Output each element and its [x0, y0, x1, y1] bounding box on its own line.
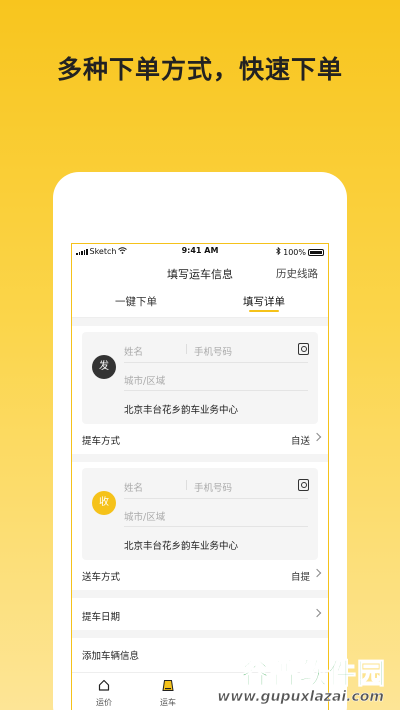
chevron-right-icon — [312, 432, 322, 442]
pickup-method-value: 自送 — [290, 436, 310, 447]
tab-quick-order[interactable]: 一键下单 — [72, 284, 200, 317]
chevron-right-icon — [312, 568, 322, 578]
chevron-right-icon — [312, 608, 322, 618]
sender-address[interactable]: 北京丰台花乡韵车业务中心 — [124, 402, 238, 416]
home-icon — [98, 679, 110, 693]
pickup-method-row[interactable]: 提车方式 自送 — [72, 424, 328, 452]
divider — [72, 630, 328, 638]
receiver-city-input[interactable]: 城市/区域 — [124, 509, 165, 523]
pickup-method-label: 提车方式 — [82, 436, 121, 447]
car-icon — [162, 679, 175, 694]
receiver-address[interactable]: 北京丰台花乡韵车业务中心 — [124, 538, 238, 552]
divider — [124, 498, 308, 499]
bluetooth-icon — [276, 246, 281, 257]
sender-city-input[interactable]: 城市/区域 — [124, 373, 165, 387]
divider — [124, 390, 308, 391]
tab-detailed-order[interactable]: 填写详单 — [200, 284, 328, 317]
status-bar: Sketch 9:41 AM 100% — [72, 244, 328, 258]
receiver-phone-input[interactable]: 手机号码 — [194, 480, 232, 494]
sender-section: 发 姓名 手机号码 城市/区域 北京丰台花乡韵车业务中心 提车方式 自送 — [72, 326, 328, 454]
promo-headline: 多种下单方式，快速下单 — [56, 55, 343, 84]
watermark-title: 谷普软件园 — [240, 657, 386, 691]
app-screen: Sketch 9:41 AM 100% 填写运车信息 历史线路 一键下单 填写详… — [71, 243, 329, 710]
tab-freight-price[interactable]: 运价 — [72, 673, 136, 710]
divider — [72, 590, 328, 598]
sender-badge: 发 — [92, 355, 116, 379]
divider — [72, 318, 328, 326]
pickup-date-label: 提车日期 — [82, 612, 121, 623]
history-routes-link[interactable]: 历史线路 — [276, 266, 318, 281]
delivery-method-value: 自提 — [290, 572, 310, 583]
receiver-name-input[interactable]: 姓名 — [124, 480, 143, 494]
receiver-card: 收 姓名 手机号码 城市/区域 北京丰台花乡韵车业务中心 — [82, 468, 318, 560]
sender-phone-input[interactable]: 手机号码 — [194, 344, 232, 358]
site-watermark: 谷普软件园 www.gupuxlazai.com — [204, 650, 394, 708]
nav-bar: 填写运车信息 历史线路 — [72, 258, 328, 284]
order-tabs: 一键下单 填写详单 — [72, 284, 328, 318]
pickup-date-row[interactable]: 提车日期 — [72, 598, 328, 630]
sender-card: 发 姓名 手机号码 城市/区域 北京丰台花乡韵车业务中心 — [82, 332, 318, 424]
watermark-url: www.gupuxlazai.com — [217, 689, 384, 706]
divider — [186, 480, 187, 490]
receiver-badge: 收 — [92, 491, 116, 515]
delivery-method-label: 送车方式 — [82, 572, 121, 583]
divider — [124, 362, 308, 363]
contacts-icon[interactable] — [298, 479, 309, 491]
tab-label: 运价 — [96, 698, 112, 707]
battery-icon — [308, 248, 324, 256]
tab-ship-car[interactable]: 运车 — [136, 673, 200, 710]
divider — [72, 454, 328, 462]
add-vehicle-label: 添加车辆信息 — [82, 651, 140, 662]
divider — [124, 526, 308, 527]
battery-percent: 100% — [283, 247, 306, 257]
sender-name-input[interactable]: 姓名 — [124, 344, 143, 358]
receiver-section: 收 姓名 手机号码 城市/区域 北京丰台花乡韵车业务中心 送车方式 自提 — [72, 462, 328, 590]
contacts-icon[interactable] — [298, 343, 309, 355]
divider — [186, 344, 187, 354]
tab-label: 运车 — [160, 698, 176, 707]
delivery-method-row[interactable]: 送车方式 自提 — [72, 560, 328, 588]
